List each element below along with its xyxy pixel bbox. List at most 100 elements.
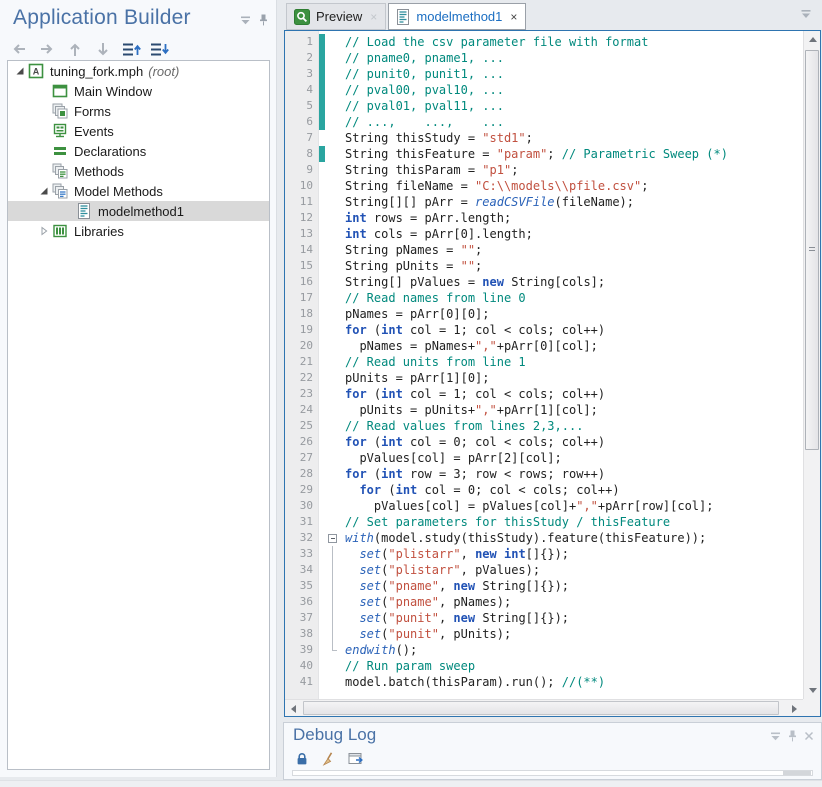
expander-collapsed-icon[interactable] [36, 223, 52, 239]
line-number[interactable]: 30 [285, 498, 319, 514]
line-number[interactable]: 24 [285, 402, 319, 418]
line-number[interactable]: 4 [285, 82, 319, 98]
line-number[interactable]: 20 [285, 338, 319, 354]
tree-item-modelmethod1[interactable]: modelmethod1 [8, 201, 269, 221]
nav-forward-button[interactable] [38, 41, 56, 57]
code-line[interactable]: 35 set("pname", new String[]{}); [285, 578, 803, 594]
code-line[interactable]: 26 for (int col = 0; col < cols; col++) [285, 434, 803, 450]
code-line[interactable]: 3 // punit0, punit1, ... [285, 66, 803, 82]
horizontal-scrollbar[interactable] [285, 699, 803, 716]
expander-expanded-icon[interactable] [36, 183, 52, 199]
code-viewport[interactable]: 1 // Load the csv parameter file with for… [285, 31, 803, 699]
code-line[interactable]: 28 for (int row = 3; row < rows; row++) [285, 466, 803, 482]
line-number[interactable]: 13 [285, 226, 319, 242]
code-line[interactable]: 25 // Read values from lines 2,3,... [285, 418, 803, 434]
line-number[interactable]: 9 [285, 162, 319, 178]
line-number[interactable]: 21 [285, 354, 319, 370]
line-number[interactable]: 7 [285, 130, 319, 146]
line-number[interactable]: 23 [285, 386, 319, 402]
line-number[interactable]: 36 [285, 594, 319, 610]
line-number[interactable]: 31 [285, 514, 319, 530]
tree-item-methods[interactable]: Methods [8, 161, 269, 181]
code-line[interactable]: 10 String fileName = "C:\\models\\pfile.c… [285, 178, 803, 194]
line-number[interactable]: 28 [285, 466, 319, 482]
fold-collapse-icon[interactable] [325, 530, 341, 546]
lock-button[interactable] [294, 751, 310, 766]
clear-log-button[interactable] [321, 751, 337, 766]
code-line[interactable]: 41 model.batch(thisParam).run(); //(**) [285, 674, 803, 690]
line-number[interactable]: 35 [285, 578, 319, 594]
line-number[interactable]: 41 [285, 674, 319, 690]
line-number[interactable]: 1 [285, 34, 319, 50]
line-number[interactable]: 12 [285, 210, 319, 226]
line-number[interactable]: 39 [285, 642, 319, 658]
code-line[interactable]: 24 pUnits = pUnits+","+pArr[1][col]; [285, 402, 803, 418]
line-number[interactable]: 5 [285, 98, 319, 114]
line-number[interactable]: 32 [285, 530, 319, 546]
pin-icon[interactable] [788, 730, 797, 742]
code-line[interactable]: 4 // pval00, pval10, ... [285, 82, 803, 98]
code-line[interactable]: 40 // Run param sweep [285, 658, 803, 674]
line-number[interactable]: 18 [285, 306, 319, 322]
debug-scroll-thumb[interactable] [783, 771, 811, 775]
tree-item-libraries[interactable]: Libraries [8, 221, 269, 241]
tree-item-model-methods[interactable]: Model Methods [8, 181, 269, 201]
code-line[interactable]: 21 // Read units from line 1 [285, 354, 803, 370]
code-line[interactable]: 1 // Load the csv parameter file with for… [285, 34, 803, 50]
code-line[interactable]: 34 set("plistarr", pValues); [285, 562, 803, 578]
panel-menu-chevron-icon[interactable] [770, 732, 781, 741]
line-number[interactable]: 38 [285, 626, 319, 642]
line-number[interactable]: 16 [285, 274, 319, 290]
move-down-button[interactable] [94, 41, 112, 57]
scroll-down-icon[interactable] [804, 682, 821, 699]
tab-close-icon[interactable]: × [370, 10, 377, 24]
tab-modelmethod1[interactable]: modelmethod1 × [388, 3, 527, 30]
line-number[interactable]: 17 [285, 290, 319, 306]
code-line[interactable]: 11 String[][] pArr = readCSVFile(fileName… [285, 194, 803, 210]
list-down-button[interactable] [150, 41, 169, 57]
code-line[interactable]: 36 set("pname", pNames); [285, 594, 803, 610]
code-line[interactable]: 32 with(model.study(thisStudy).feature(th… [285, 530, 803, 546]
pin-icon[interactable] [259, 14, 268, 26]
nav-back-button[interactable] [10, 41, 28, 57]
code-line[interactable]: 33 set("plistarr", new int[]{}); [285, 546, 803, 562]
line-number[interactable]: 8 [285, 146, 319, 162]
horizontal-scroll-thumb[interactable] [303, 701, 779, 715]
tree-item-tuning-fork-mph[interactable]: Atuning_fork.mph (root) [8, 61, 269, 81]
code-line[interactable]: 7 String thisStudy = "std1"; [285, 130, 803, 146]
line-number[interactable]: 34 [285, 562, 319, 578]
tab-list-chevron-icon[interactable] [800, 9, 812, 19]
code-line[interactable]: 37 set("punit", new String[]{}); [285, 610, 803, 626]
move-up-button[interactable] [66, 41, 84, 57]
panel-menu-chevron-icon[interactable] [240, 16, 251, 25]
code-line[interactable]: 16 String[] pValues = new String[cols]; [285, 274, 803, 290]
code-line[interactable]: 8 String thisFeature = "param"; // Parame… [285, 146, 803, 162]
code-line[interactable]: 12 int rows = pArr.length; [285, 210, 803, 226]
code-line[interactable]: 23 for (int col = 1; col < cols; col++) [285, 386, 803, 402]
expander-expanded-icon[interactable] [12, 63, 28, 79]
code-line[interactable]: 39 endwith(); [285, 642, 803, 658]
code-line[interactable]: 9 String thisParam = "p1"; [285, 162, 803, 178]
code-line[interactable]: 20 pNames = pNames+","+pArr[0][col]; [285, 338, 803, 354]
line-number[interactable]: 3 [285, 66, 319, 82]
vertical-scrollbar[interactable] [803, 31, 820, 699]
code-line[interactable]: 27 pValues[col] = pArr[2][col]; [285, 450, 803, 466]
code-line[interactable]: 22 pUnits = pArr[1][0]; [285, 370, 803, 386]
list-up-button[interactable] [122, 41, 141, 57]
line-number[interactable]: 11 [285, 194, 319, 210]
tree-item-events[interactable]: Events [8, 121, 269, 141]
code-line[interactable]: 6 // ..., ..., ... [285, 114, 803, 130]
line-number[interactable]: 19 [285, 322, 319, 338]
tree-item-main-window[interactable]: Main Window [8, 81, 269, 101]
code-line[interactable]: 17 // Read names from line 0 [285, 290, 803, 306]
code-line[interactable]: 13 int cols = pArr[0].length; [285, 226, 803, 242]
line-number[interactable]: 22 [285, 370, 319, 386]
code-line[interactable]: 2 // pname0, pname1, ... [285, 50, 803, 66]
line-number[interactable]: 25 [285, 418, 319, 434]
line-number[interactable]: 37 [285, 610, 319, 626]
line-number[interactable]: 27 [285, 450, 319, 466]
tree-item-declarations[interactable]: Declarations [8, 141, 269, 161]
line-number[interactable]: 14 [285, 242, 319, 258]
tab-preview[interactable]: Preview × [286, 3, 387, 30]
line-number[interactable]: 2 [285, 50, 319, 66]
